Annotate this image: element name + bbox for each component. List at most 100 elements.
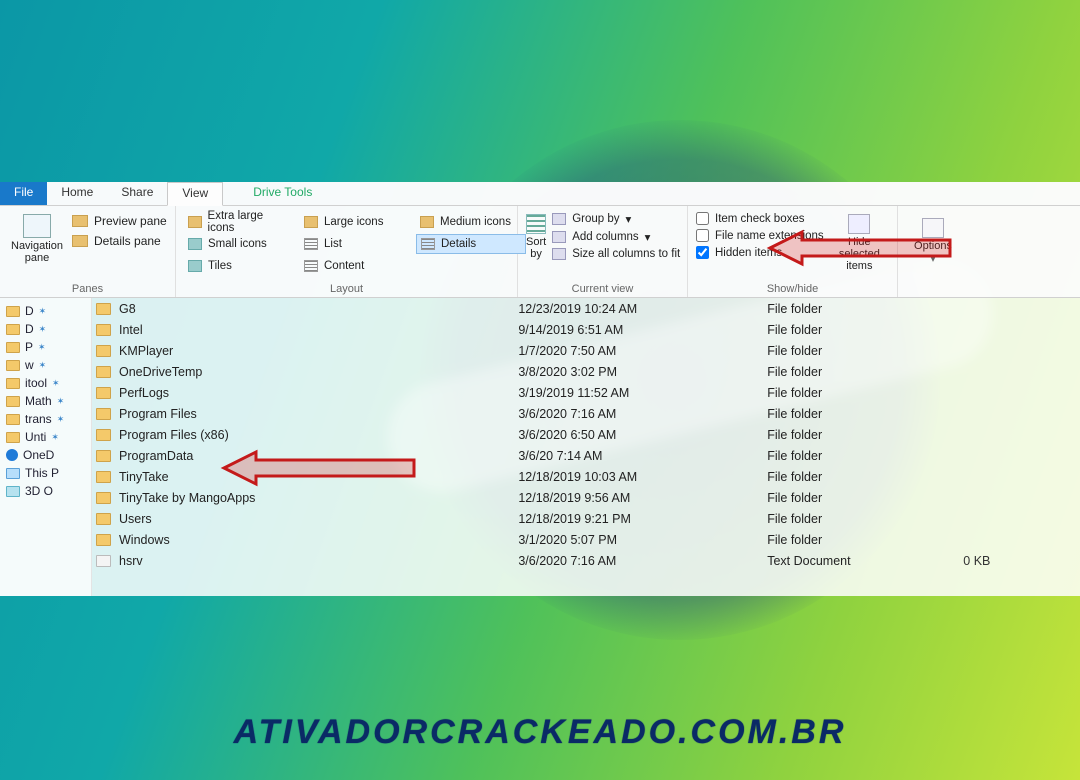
pin-icon: ✶ xyxy=(51,432,59,443)
folder-icon xyxy=(96,492,111,504)
sidebar-item[interactable]: OneD xyxy=(2,446,89,464)
pin-icon: ✶ xyxy=(39,324,47,335)
file-list-pane[interactable]: G812/23/2019 10:24 AMFile folderIntel9/1… xyxy=(92,298,1080,596)
tab-view[interactable]: View xyxy=(167,182,223,206)
checkbox-icon[interactable] xyxy=(696,246,709,259)
group-layout-title: Layout xyxy=(184,281,509,295)
table-row[interactable]: Program Files (x86)3/6/2020 6:50 AMFile … xyxy=(92,424,1080,445)
sidebar-item[interactable]: D ✶ xyxy=(2,302,89,320)
hide-selected-icon xyxy=(848,214,870,234)
tab-share[interactable]: Share xyxy=(107,182,167,205)
ribbon-view: Navigation pane Preview pane Details pan… xyxy=(0,206,1080,298)
table-row[interactable]: Windows3/1/2020 5:07 PMFile folder xyxy=(92,529,1080,550)
folder-icon xyxy=(96,534,111,546)
sidebar-item[interactable]: Math ✶ xyxy=(2,392,89,410)
checkbox-icon[interactable] xyxy=(696,212,709,225)
file-type: Text Document xyxy=(763,550,959,571)
pc-icon xyxy=(6,468,20,479)
add-columns-button[interactable]: Add columns▾ xyxy=(552,230,680,244)
file-name-extensions-toggle[interactable]: File name extensions xyxy=(696,229,824,242)
layout-small[interactable]: Small icons xyxy=(184,234,294,254)
pin-icon: ✶ xyxy=(52,378,60,389)
table-row[interactable]: hsrv3/6/2020 7:16 AMText Document0 KB xyxy=(92,550,1080,571)
table-row[interactable]: TinyTake12/18/2019 10:03 AMFile folder xyxy=(92,466,1080,487)
tab-home[interactable]: Home xyxy=(47,182,107,205)
file-name: Users xyxy=(119,512,152,526)
sidebar-item[interactable]: itool ✶ xyxy=(2,374,89,392)
table-row[interactable]: Users12/18/2019 9:21 PMFile folder xyxy=(92,508,1080,529)
file-date: 3/6/2020 7:16 AM xyxy=(514,403,763,424)
table-row[interactable]: PerfLogs3/19/2019 11:52 AMFile folder xyxy=(92,382,1080,403)
file-date: 3/1/2020 5:07 PM xyxy=(514,529,763,550)
od-icon xyxy=(6,449,18,461)
sidebar-item[interactable]: w ✶ xyxy=(2,356,89,374)
options-button[interactable]: Options ▾ xyxy=(906,214,960,265)
file-size xyxy=(959,403,1080,424)
group-show-hide: Item check boxes File name extensions Hi… xyxy=(688,206,898,297)
chevron-down-icon: ▾ xyxy=(626,212,632,226)
layout-medium-label: Medium icons xyxy=(440,216,511,228)
pin-icon: ✶ xyxy=(39,360,47,371)
hide-selected-items-button[interactable]: Hide selected items xyxy=(830,210,889,281)
file-type: File folder xyxy=(763,340,959,361)
layout-extra-large[interactable]: Extra large icons xyxy=(184,212,294,232)
file-size xyxy=(959,298,1080,319)
table-row[interactable]: KMPlayer1/7/2020 7:50 AMFile folder xyxy=(92,340,1080,361)
content-icon xyxy=(304,260,318,272)
file-size xyxy=(959,382,1080,403)
options-icon xyxy=(922,218,944,238)
navigation-pane-label: Navigation pane xyxy=(11,240,63,264)
checkbox-icon[interactable] xyxy=(696,229,709,242)
layout-content[interactable]: Content xyxy=(300,256,410,276)
file-name: Intel xyxy=(119,323,143,337)
layout-tiles[interactable]: Tiles xyxy=(184,256,294,276)
sidebar-item[interactable]: trans ✶ xyxy=(2,410,89,428)
layout-details[interactable]: Details xyxy=(416,234,526,254)
sort-by-button[interactable]: Sort by xyxy=(526,210,546,281)
layout-extra-large-label: Extra large icons xyxy=(208,210,290,234)
folder-icon xyxy=(96,471,111,483)
file-name: G8 xyxy=(119,302,136,316)
sort-icon xyxy=(526,214,546,234)
sidebar-item[interactable]: This P xyxy=(2,464,89,482)
sidebar-item[interactable]: 3D O xyxy=(2,482,89,500)
tab-drive-tools[interactable]: Drive Tools xyxy=(239,182,326,205)
size-all-columns-button[interactable]: Size all columns to fit xyxy=(552,248,680,260)
tab-file[interactable]: File xyxy=(0,182,47,205)
details-pane-button[interactable]: Details pane xyxy=(72,234,167,248)
hidden-items-label: Hidden items xyxy=(715,247,782,259)
table-row[interactable]: TinyTake by MangoApps12/18/2019 9:56 AMF… xyxy=(92,487,1080,508)
file-size xyxy=(959,340,1080,361)
file-type: File folder xyxy=(763,508,959,529)
sidebar-item[interactable]: Unti ✶ xyxy=(2,428,89,446)
layout-list[interactable]: List xyxy=(300,234,410,254)
group-by-button[interactable]: Group by▾ xyxy=(552,212,680,226)
navigation-sidebar[interactable]: D ✶D ✶P ✶w ✶itool ✶Math ✶trans ✶Unti ✶On… xyxy=(0,298,92,596)
table-row[interactable]: Program Files3/6/2020 7:16 AMFile folder xyxy=(92,403,1080,424)
sidebar-item[interactable]: D ✶ xyxy=(2,320,89,338)
file-size xyxy=(959,487,1080,508)
hidden-items-toggle[interactable]: Hidden items xyxy=(696,246,824,259)
layout-large[interactable]: Large icons xyxy=(300,212,410,232)
folder-icon xyxy=(188,238,202,250)
table-row[interactable]: G812/23/2019 10:24 AMFile folder xyxy=(92,298,1080,319)
table-row[interactable]: OneDriveTemp3/8/2020 3:02 PMFile folder xyxy=(92,361,1080,382)
file-name: ProgramData xyxy=(119,449,193,463)
navigation-pane-button[interactable]: Navigation pane xyxy=(8,210,66,281)
group-by-icon xyxy=(552,213,566,225)
sort-by-label: Sort by xyxy=(526,236,546,260)
folder-icon xyxy=(6,414,20,425)
folder-icon xyxy=(96,450,111,462)
table-row[interactable]: ProgramData3/6/20 7:14 AMFile folder xyxy=(92,445,1080,466)
preview-pane-button[interactable]: Preview pane xyxy=(72,214,167,228)
sidebar-item-label: Unti xyxy=(25,430,46,444)
sidebar-item[interactable]: P ✶ xyxy=(2,338,89,356)
file-name: hsrv xyxy=(119,554,143,568)
item-check-boxes-toggle[interactable]: Item check boxes xyxy=(696,212,824,225)
table-row[interactable]: Intel9/14/2019 6:51 AMFile folder xyxy=(92,319,1080,340)
layout-content-label: Content xyxy=(324,260,364,272)
list-icon xyxy=(421,238,435,250)
layout-large-label: Large icons xyxy=(324,216,383,228)
layout-medium[interactable]: Medium icons xyxy=(416,212,526,232)
sidebar-item-label: P xyxy=(25,340,33,354)
